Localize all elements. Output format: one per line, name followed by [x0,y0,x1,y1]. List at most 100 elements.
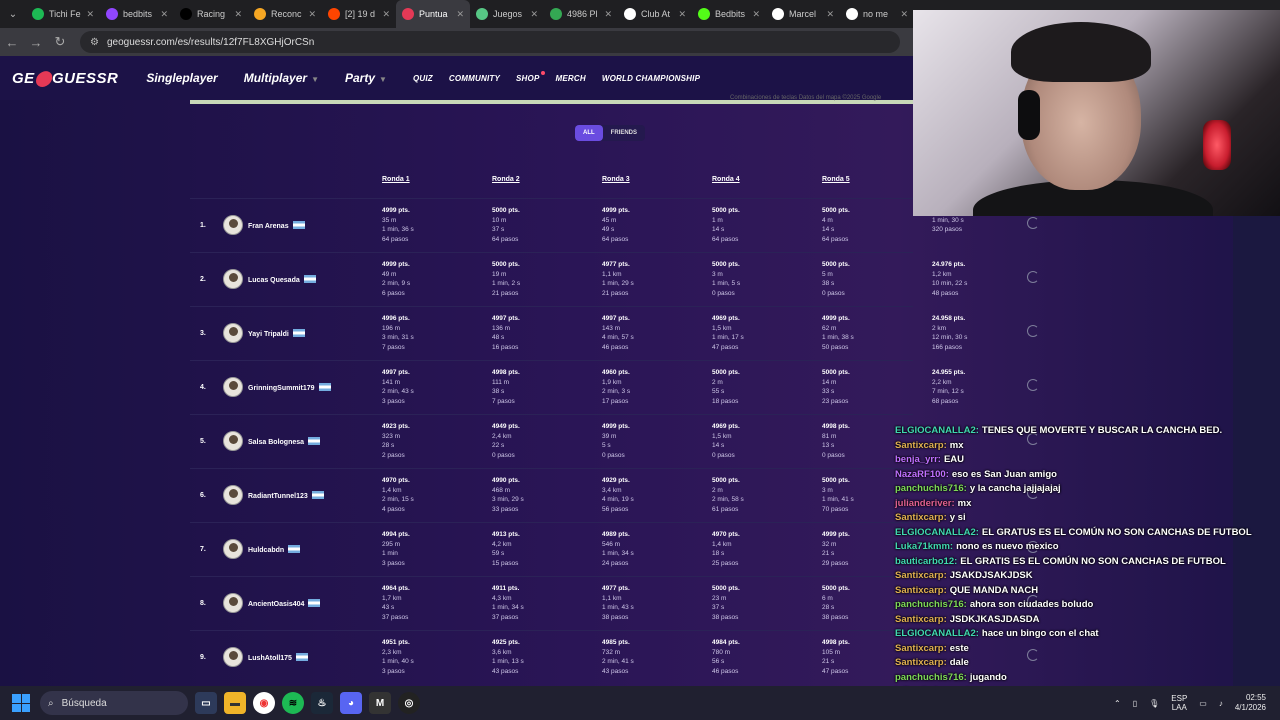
browser-tab[interactable]: 4986 Pl ✕ [544,0,618,28]
close-icon[interactable]: ✕ [530,9,538,20]
close-icon[interactable]: ✕ [160,9,168,20]
chat-username[interactable]: Santixcarp: [895,657,947,668]
avatar[interactable] [223,215,243,235]
result-row[interactable]: 9. LushAtoll175 4951 pts. 2,3 km 1 min, 40 s… [190,630,1039,684]
avatar[interactable] [223,593,243,613]
nav-world-championship[interactable]: WORLD CHAMPIONSHIP [602,74,700,83]
close-icon[interactable]: ✕ [86,9,94,20]
volume-icon[interactable]: ♪ [1219,699,1223,708]
nav-shop[interactable]: SHOP [516,70,545,83]
player-name[interactable]: GrinningSummit179 [248,383,331,392]
file-explorer-icon[interactable]: ▬ [224,692,246,714]
chat-username[interactable]: benja_yrr: [895,454,941,465]
chat-username[interactable]: Santixcarp: [895,614,947,625]
chat-username[interactable]: bauticarbo12: [895,556,957,567]
avatar[interactable] [223,377,243,397]
discord-icon[interactable]: ◕ [340,692,362,714]
microphone-icon[interactable]: 🎙 [1149,699,1159,708]
spotify-icon[interactable]: ≋ [282,692,304,714]
result-row[interactable]: 4. GrinningSummit179 4997 pts. 141 m 2 min, … [190,360,1039,414]
browser-tab[interactable]: Juegos ✕ [470,0,544,28]
column-header-round-1[interactable]: Ronda 1 [382,176,410,183]
avatar[interactable] [223,269,243,289]
replay-icon[interactable] [1027,217,1039,229]
battery-icon[interactable]: ▯ [1133,699,1137,708]
obs-icon[interactable]: ◎ [398,692,420,714]
avatar[interactable] [223,323,243,343]
chat-username[interactable]: panchuchis716: [895,672,967,683]
nav-merch[interactable]: MERCH [556,74,586,83]
avatar[interactable] [223,647,243,667]
player-name[interactable]: Lucas Quesada [248,275,316,284]
close-icon[interactable]: ✕ [382,9,390,20]
chat-username[interactable]: Santixcarp: [895,512,947,523]
system-clock[interactable]: 02:55 4/1/2026 [1235,693,1266,713]
chat-username[interactable]: Santixcarp: [895,643,947,654]
browser-tab[interactable]: Bedbits ✕ [692,0,766,28]
player-name[interactable]: RadiantTunnel123 [248,491,324,500]
browser-tab[interactable]: [2] 19 d ✕ [322,0,396,28]
nav-community[interactable]: COMMUNITY [449,74,500,83]
result-row[interactable]: 8. AncientOasis404 4964 pts. 1,7 km 43 s 37 p… [190,576,1039,630]
browser-tab[interactable]: Club At ✕ [618,0,692,28]
result-row[interactable]: 6. RadiantTunnel123 4970 pts. 1,4 km 2 min, … [190,468,1039,522]
chat-username[interactable]: Santixcarp: [895,585,947,596]
display-icon[interactable]: ▭ [1199,699,1207,708]
reload-icon[interactable]: ↻ [48,34,72,50]
close-icon[interactable]: ✕ [234,9,242,20]
replay-icon[interactable] [1027,271,1039,283]
task-view-icon[interactable]: ▭ [195,692,217,714]
close-icon[interactable]: ✕ [308,9,316,20]
result-row[interactable]: 7. Huldcabdn 4994 pts. 295 m 1 min 3 pasos 491… [190,522,1039,576]
close-icon[interactable]: ✕ [678,9,686,20]
nav-singleplayer[interactable]: Singleplayer [146,71,217,85]
replay-icon[interactable] [1027,379,1039,391]
filter-all-button[interactable]: ALL [575,125,603,141]
browser-tab[interactable]: Reconc ✕ [248,0,322,28]
close-icon[interactable]: ✕ [826,9,834,20]
close-icon[interactable]: ✕ [604,9,612,20]
browser-tab[interactable]: Racing ✕ [174,0,248,28]
back-icon[interactable]: ← [0,35,24,50]
column-header-round-5[interactable]: Ronda 5 [822,176,850,183]
avatar[interactable] [223,485,243,505]
chat-username[interactable]: Luka71kmm: [895,541,953,552]
column-header-round-4[interactable]: Ronda 4 [712,176,740,183]
column-header-round-3[interactable]: Ronda 3 [602,176,630,183]
forward-icon[interactable]: → [24,35,48,50]
nav-multiplayer[interactable]: Multiplayer ▼ [244,71,319,85]
browser-tab[interactable]: no me ✕ [840,0,914,28]
replay-icon[interactable] [1027,325,1039,337]
browser-tab[interactable]: Tichi Fe ✕ [26,0,100,28]
player-name[interactable]: Salsa Bolognesa [248,437,321,446]
player-name[interactable]: LushAtoll175 [248,653,308,662]
chat-username[interactable]: panchuchis716: [895,483,967,494]
chat-username[interactable]: ELGIOCANALLA2: [895,527,979,538]
chevron-up-icon[interactable]: ⌃ [1114,699,1121,708]
chat-username[interactable]: NazaRF100: [895,469,949,480]
column-header-round-2[interactable]: Ronda 2 [492,176,520,183]
player-name[interactable]: Yayi Tripaldi [248,329,305,338]
chat-username[interactable]: ELGIOCANALLA2: [895,628,979,639]
app-mm-icon[interactable]: M [369,692,391,714]
close-icon[interactable]: ✕ [456,9,464,20]
chat-username[interactable]: Santixcarp: [895,570,947,581]
chat-username[interactable]: Santixcarp: [895,440,947,451]
geoguessr-logo[interactable]: GE⬤GUESSR [12,69,118,87]
result-row[interactable]: 3. Yayi Tripaldi 4996 pts. 196 m 3 min, 31 s… [190,306,1039,360]
language-indicator[interactable]: ESP LAA [1171,694,1187,712]
steam-icon[interactable]: ♨ [311,692,333,714]
chat-username[interactable]: ELGIOCANALLA2: [895,425,979,436]
chrome-icon[interactable]: ◉ [253,692,275,714]
avatar[interactable] [223,431,243,451]
tab-search-icon[interactable]: ⌄ [0,0,26,28]
avatar[interactable] [223,539,243,559]
taskbar-search[interactable]: ⌕ Búsqueda [40,691,188,715]
chat-username[interactable]: panchuchis716: [895,599,967,610]
filter-friends-button[interactable]: FRIENDS [603,125,645,141]
site-info-icon[interactable]: ⚙ [90,37,99,48]
player-name[interactable]: AncientOasis404 [248,599,321,608]
chat-username[interactable]: julianderiver: [895,498,955,509]
url-field[interactable]: ⚙ geoguessr.com/es/results/12f7FL8XGHjOr… [80,31,900,53]
browser-tab[interactable]: Puntua ✕ [396,0,470,28]
